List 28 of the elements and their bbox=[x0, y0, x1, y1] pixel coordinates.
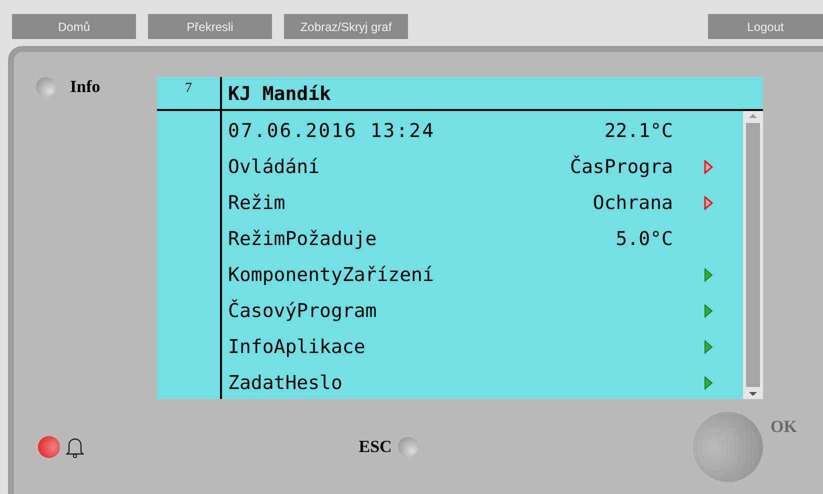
arrow-icon[interactable] bbox=[704, 376, 712, 390]
scrollbar[interactable] bbox=[743, 111, 763, 399]
scroll-down-icon bbox=[749, 389, 757, 399]
menu-item[interactable]: ZadatHeslo bbox=[228, 372, 673, 394]
arrow-icon[interactable] bbox=[704, 196, 712, 210]
date-time: 07.06.2016 13:24 bbox=[228, 120, 436, 142]
esc-button[interactable] bbox=[398, 436, 418, 456]
menu-item[interactable]: KomponentyZařízení bbox=[228, 264, 673, 286]
arrow-icon[interactable] bbox=[704, 160, 712, 174]
item-value: Ochrana bbox=[592, 192, 673, 214]
arrow-icon[interactable] bbox=[704, 304, 712, 318]
menu-item[interactable]: Ovládání bbox=[228, 156, 473, 178]
menu-item[interactable]: RežimPožaduje bbox=[228, 228, 473, 250]
menu-item[interactable]: InfoAplikace bbox=[228, 336, 673, 358]
item-value: 5.0°C bbox=[614, 228, 673, 250]
display-title: KJ Mandík bbox=[228, 83, 331, 105]
item-value: 22.1°C bbox=[603, 120, 673, 142]
arrow-icon[interactable] bbox=[704, 268, 712, 282]
info-label: Info bbox=[70, 77, 100, 97]
item-value: ČasProgra bbox=[569, 156, 673, 178]
scroll-up-icon bbox=[749, 111, 757, 121]
bell-icon bbox=[66, 436, 84, 458]
menu-item[interactable]: ČasovýProgram bbox=[228, 300, 673, 322]
arrow-icon[interactable] bbox=[704, 340, 712, 354]
esc-label: ESC bbox=[358, 436, 392, 456]
line-number: 7 bbox=[157, 77, 220, 111]
menu-item[interactable]: Režim bbox=[228, 192, 473, 214]
ok-label: OK bbox=[770, 417, 797, 437]
